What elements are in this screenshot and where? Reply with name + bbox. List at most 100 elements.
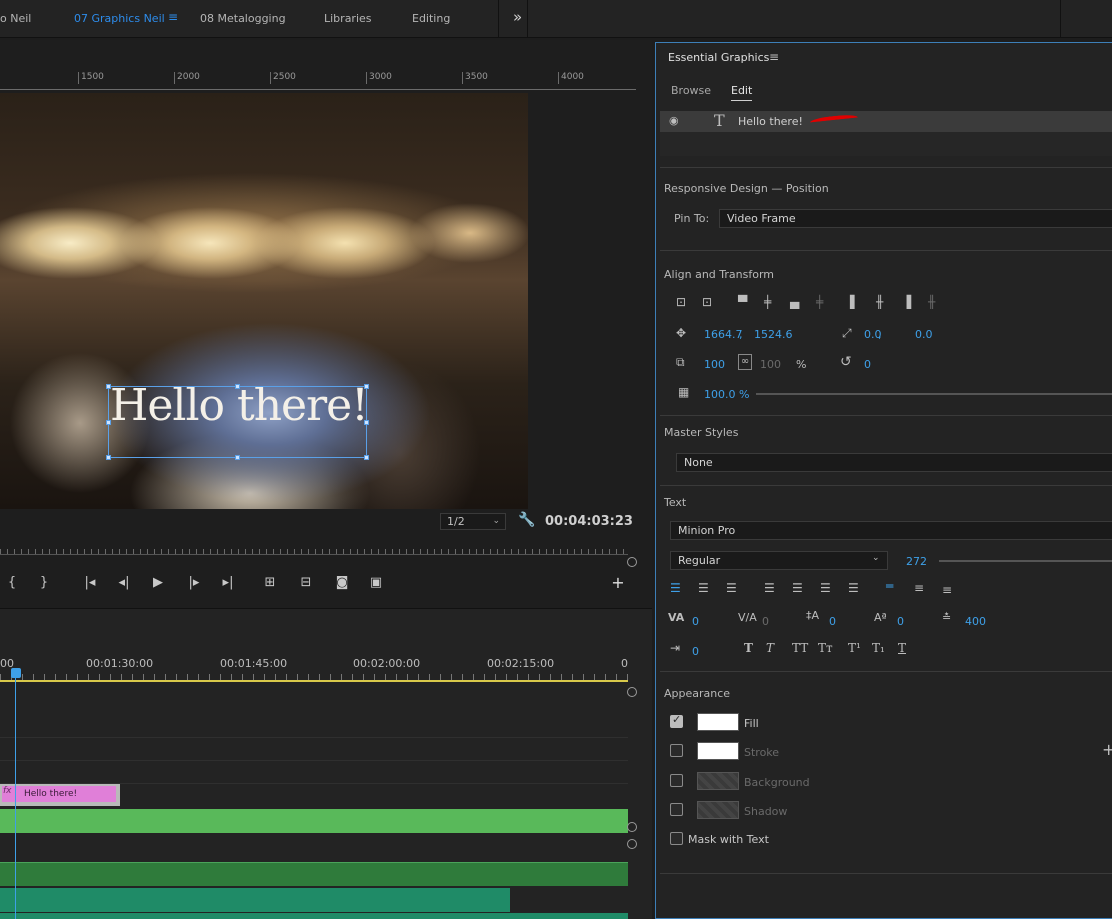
align-bottom-icon[interactable]: ▄ — [790, 295, 799, 309]
position-x-value[interactable]: 1664.7 — [704, 328, 743, 341]
underline-icon[interactable]: T — [898, 641, 906, 655]
resize-handle[interactable] — [364, 420, 369, 425]
workspace-menu-icon[interactable]: ≡ — [168, 10, 178, 24]
workspace-tab-editing[interactable]: Editing — [412, 12, 450, 25]
bottom-align-text-icon[interactable]: ≡ — [942, 583, 952, 597]
small-caps-icon[interactable]: Tт — [818, 641, 833, 655]
align-text-left-icon[interactable]: ☰ — [670, 581, 681, 595]
align-top-icon[interactable]: ▀ — [738, 295, 747, 309]
top-align-text-icon[interactable]: ═ — [886, 579, 893, 593]
align-text-right-icon[interactable]: ☰ — [726, 581, 737, 595]
vertical-scroll-handle[interactable] — [627, 822, 637, 832]
stroke-checkbox[interactable] — [670, 744, 683, 757]
align-left-icon[interactable]: ▌ — [850, 295, 859, 309]
workspace-tab-metalogging[interactable]: 08 Metalogging — [200, 12, 286, 25]
faux-italic-icon[interactable]: T — [766, 641, 774, 655]
resize-handle[interactable] — [106, 384, 111, 389]
scale-height-value[interactable]: 100 — [760, 358, 781, 371]
video-clip[interactable] — [0, 809, 628, 833]
audio-clip[interactable] — [0, 862, 628, 886]
opacity-slider[interactable] — [756, 393, 1112, 395]
overflow-chevron-icon[interactable]: » — [513, 8, 522, 26]
go-to-out-icon[interactable]: ▸| — [218, 575, 238, 590]
add-button-icon[interactable]: + — [608, 573, 628, 592]
step-forward-icon[interactable]: |▸ — [184, 575, 204, 590]
shadow-color-swatch[interactable] — [697, 801, 739, 819]
work-area-bar[interactable] — [0, 680, 628, 682]
playhead-line[interactable] — [15, 676, 16, 919]
distribute-horizontal-icon[interactable]: ╫ — [928, 295, 935, 309]
subscript-icon[interactable]: T₁ — [872, 641, 885, 655]
align-horizontal-center-icon[interactable]: ⊡ — [702, 295, 712, 309]
align-center-icon[interactable]: ╫ — [876, 295, 883, 309]
workspace-tab-graphics[interactable]: 07 Graphics Neil — [74, 12, 165, 25]
panel-menu-icon[interactable]: ≡ — [769, 50, 779, 64]
add-stroke-icon[interactable]: + — [1102, 740, 1112, 759]
align-text-center-icon[interactable]: ☰ — [698, 581, 709, 595]
mark-out-icon[interactable]: } — [34, 575, 54, 590]
position-y-value[interactable]: 1524.6 — [754, 328, 793, 341]
font-size-slider[interactable] — [939, 560, 1112, 562]
vertical-scroll-handle[interactable] — [627, 839, 637, 849]
comparison-view-icon[interactable]: ▣ — [366, 575, 386, 590]
layer-row[interactable]: ◉ T Hello there! — [660, 111, 1112, 132]
audio-clip[interactable] — [0, 888, 510, 912]
font-style-select[interactable]: Regular — [670, 551, 888, 570]
fill-color-swatch[interactable] — [697, 713, 739, 731]
extract-icon[interactable]: ⊟ — [296, 575, 316, 590]
pin-to-select[interactable]: Video Frame — [719, 209, 1112, 228]
center-align-text-icon[interactable]: ≡ — [914, 581, 924, 595]
mask-with-text-checkbox[interactable] — [670, 832, 683, 845]
resize-handle[interactable] — [364, 384, 369, 389]
step-back-icon[interactable]: ◂| — [114, 575, 134, 590]
align-right-icon[interactable]: ▐ — [902, 295, 911, 309]
background-color-swatch[interactable] — [697, 772, 739, 790]
audio-clip[interactable] — [0, 913, 628, 919]
mark-in-icon[interactable]: { — [2, 575, 22, 590]
justify-left-icon[interactable]: ☰ — [764, 581, 775, 595]
play-icon[interactable]: ▶ — [148, 575, 168, 590]
link-scale-icon[interactable]: ∞ — [738, 354, 752, 370]
shadow-checkbox[interactable] — [670, 803, 683, 816]
stroke-color-swatch[interactable] — [697, 742, 739, 760]
tsume-value[interactable]: 400 — [965, 615, 986, 628]
wrench-icon[interactable]: 🔧 — [518, 512, 535, 528]
opacity-value[interactable]: 100.0 % — [704, 388, 749, 401]
workspace-tab-libraries[interactable]: Libraries — [324, 12, 372, 25]
tab-edit[interactable]: Edit — [731, 84, 753, 101]
resize-handle[interactable] — [235, 455, 240, 460]
font-family-select[interactable]: Minion Pro — [670, 521, 1112, 540]
camera-icon[interactable]: ◙ — [332, 575, 352, 590]
vertical-scroll-handle[interactable] — [627, 687, 637, 697]
align-vertical-center-icon[interactable]: ⊡ — [676, 295, 686, 309]
monitor-scrub-bar[interactable] — [0, 545, 628, 555]
font-size-value[interactable]: 272 — [906, 555, 927, 568]
eye-icon[interactable]: ◉ — [669, 114, 679, 127]
tab-browse[interactable]: Browse — [671, 84, 711, 97]
faux-bold-icon[interactable]: T — [744, 641, 753, 655]
background-checkbox[interactable] — [670, 774, 683, 787]
tracking-value[interactable]: 0 — [762, 615, 769, 628]
resize-handle[interactable] — [106, 455, 111, 460]
playhead-handle[interactable] — [11, 668, 21, 678]
text-bounding-box[interactable] — [106, 384, 369, 460]
title-clip[interactable]: Hello there! fx — [0, 784, 120, 806]
rotation-value[interactable]: 0 — [864, 358, 871, 371]
kerning-value[interactable]: 0 — [692, 615, 699, 628]
resize-handle[interactable] — [235, 384, 240, 389]
distribute-vertical-icon[interactable]: ╪ — [816, 295, 823, 309]
baseline-value[interactable]: 0 — [897, 615, 904, 628]
resize-handle[interactable] — [106, 420, 111, 425]
lift-icon[interactable]: ⊞ — [260, 575, 280, 590]
anchor-y-value[interactable]: 0.0 — [915, 328, 933, 341]
tab-width-value[interactable]: 0 — [692, 645, 699, 658]
master-styles-select[interactable]: None — [676, 453, 1112, 472]
zoom-scroll-handle[interactable] — [627, 557, 637, 567]
resize-handle[interactable] — [364, 455, 369, 460]
go-to-in-icon[interactable]: |◂ — [80, 575, 100, 590]
scale-value[interactable]: 100 — [704, 358, 725, 371]
leading-value[interactable]: 0 — [829, 615, 836, 628]
justify-center-icon[interactable]: ☰ — [792, 581, 803, 595]
workspace-tab-neil[interactable]: o Neil — [0, 12, 31, 25]
playback-resolution-select[interactable]: 1/2 ⌄ — [440, 513, 506, 530]
